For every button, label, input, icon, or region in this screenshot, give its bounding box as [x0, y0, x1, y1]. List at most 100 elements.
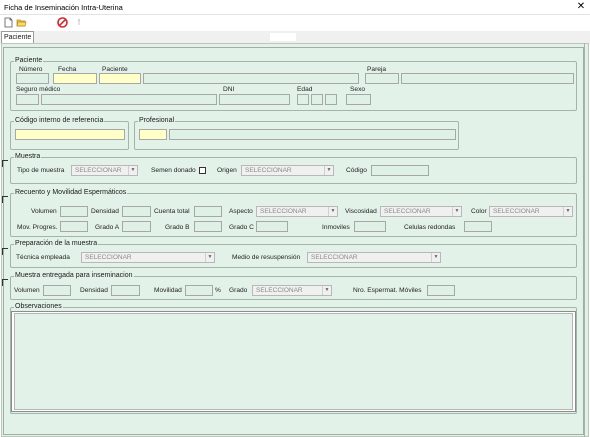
viscosidad-value: SELECCIONAR [384, 208, 431, 215]
edad-field-3[interactable] [325, 94, 337, 105]
open-folder-icon[interactable] [16, 17, 27, 28]
motility-side-checkbox[interactable] [2, 196, 8, 203]
medio-select[interactable]: SELECCIONAR ▼ [307, 252, 441, 263]
densidad-field[interactable] [122, 206, 151, 217]
window-title: Ficha de Inseminación Intra-Uterina [4, 3, 123, 12]
volumen-entregado-field[interactable] [43, 285, 71, 296]
medio-value: SELECCIONAR [311, 254, 358, 261]
aspecto-value: SELECCIONAR [260, 208, 307, 215]
percent-label: % [215, 287, 221, 294]
chevron-down-icon: ▼ [328, 207, 337, 216]
mov-progres-label: Mov. Progres. [17, 224, 58, 231]
chevron-down-icon: ▼ [128, 166, 137, 175]
fecha-field[interactable] [53, 73, 97, 84]
edad-field-1[interactable] [297, 94, 309, 105]
paciente-name-field[interactable] [143, 73, 359, 84]
grado-select[interactable]: SELECCIONAR ▼ [252, 285, 332, 296]
paciente-code-field[interactable] [99, 73, 141, 84]
grado-label: Grado [229, 287, 248, 294]
professional-group-label: Profesional [138, 117, 176, 125]
pareja-code-field[interactable] [365, 73, 399, 84]
grado-c-label: Grado C [229, 224, 254, 231]
new-document-icon[interactable] [3, 17, 14, 28]
delivered-side-checkbox[interactable] [2, 279, 8, 286]
dni-field[interactable] [219, 94, 290, 105]
aspecto-select[interactable]: SELECCIONAR ▼ [256, 206, 338, 217]
grado-a-label: Grado A [95, 224, 120, 231]
tipo-muestra-select[interactable]: SELECCIONAR ▼ [71, 165, 138, 176]
celulas-redondas-label: Celulas redondas [404, 224, 456, 231]
inmoviles-label: Inmoviles [322, 224, 350, 231]
numero-field[interactable] [16, 73, 49, 84]
volumen-entregado-label: Volumen [14, 287, 40, 294]
celulas-redondas-field[interactable] [464, 221, 492, 232]
reference-group-label: Código interno de referencia [14, 117, 105, 125]
seguro-label: Seguro médico [16, 86, 61, 93]
tecnica-label: Técnica empleada [16, 254, 70, 261]
sexo-field[interactable] [346, 94, 371, 105]
chevron-down-icon: ▼ [431, 253, 440, 262]
grado-b-field[interactable] [194, 221, 222, 232]
origen-value: SELECCIONAR [245, 167, 292, 174]
seguro-code-field[interactable] [16, 94, 39, 105]
pareja-name-field[interactable] [401, 73, 574, 84]
delivered-group-label: Muestra entregada para inseminacion [14, 272, 134, 280]
viscosidad-select[interactable]: SELECCIONAR ▼ [380, 206, 462, 217]
origen-select[interactable]: SELECCIONAR ▼ [241, 165, 334, 176]
cuenta-total-label: Cuenta total [154, 208, 190, 215]
movilidad-field[interactable] [185, 285, 213, 296]
volumen-label: Volumen [31, 208, 57, 215]
densidad-entregada-label: Densidad [80, 287, 108, 294]
edad-field-2[interactable] [311, 94, 323, 105]
professional-code-field[interactable] [139, 129, 167, 140]
nro-espermat-field[interactable] [427, 285, 455, 296]
grado-a-field[interactable] [122, 221, 151, 232]
aspecto-label: Aspecto [229, 208, 253, 215]
cancel-icon[interactable] [57, 17, 68, 28]
observations-group-label: Observaciones [14, 303, 63, 311]
muestra-side-checkbox[interactable] [2, 160, 8, 167]
toolbar [0, 15, 590, 31]
tecnica-select[interactable]: SELECCIONAR ▼ [81, 252, 215, 263]
codigo-label: Código [346, 167, 367, 174]
medio-label: Medio de resuspensión [232, 254, 301, 261]
grado-value: SELECCIONAR [256, 287, 303, 294]
chevron-down-icon: ▼ [324, 166, 333, 175]
movilidad-label: Movilidad [154, 287, 182, 294]
semen-donado-label: Semen donado [151, 167, 196, 174]
reference-field[interactable] [15, 129, 125, 140]
codigo-field[interactable] [371, 165, 429, 176]
patient-group-label: Paciente [14, 57, 44, 65]
sample-group-label: Muestra [14, 153, 42, 161]
sexo-label: Sexo [350, 86, 366, 93]
chevron-down-icon: ▼ [563, 207, 572, 216]
densidad-label: Densidad [91, 208, 119, 215]
volumen-field[interactable] [60, 206, 88, 217]
tipo-muestra-label: Tipo de muestra [17, 167, 65, 174]
inmoviles-field[interactable] [354, 221, 386, 232]
seguro-name-field[interactable] [41, 94, 217, 105]
close-button[interactable]: ✕ [574, 1, 588, 13]
cuenta-total-field[interactable] [194, 206, 222, 217]
vertical-divider [584, 43, 585, 437]
dni-label: DNI [223, 86, 235, 93]
color-select[interactable]: SELECCIONAR ▼ [489, 206, 573, 217]
grado-c-field[interactable] [256, 221, 288, 232]
densidad-entregada-field[interactable] [111, 285, 140, 296]
edad-label: Edad [297, 86, 313, 93]
color-label: Color [471, 208, 487, 215]
preparation-side-checkbox[interactable] [2, 248, 8, 255]
semen-donado-checkbox[interactable] [199, 167, 206, 174]
origen-label: Origen [217, 167, 237, 174]
chevron-down-icon: ▼ [205, 253, 214, 262]
tecnica-value: SELECCIONAR [85, 254, 132, 261]
motility-group-label: Recuento y Movilidad Espermáticos [14, 189, 128, 197]
tipo-muestra-value: SELECCIONAR [75, 167, 122, 174]
mov-progres-field[interactable] [60, 221, 88, 232]
tab-blank[interactable] [270, 33, 296, 41]
preparation-group-label: Preparación de la muestra [14, 240, 99, 248]
nro-espermat-label: Nro. Espermat. Móviles [353, 287, 422, 294]
professional-name-field[interactable] [169, 129, 456, 140]
observations-textarea[interactable] [14, 313, 573, 410]
pin-icon[interactable] [74, 17, 85, 28]
